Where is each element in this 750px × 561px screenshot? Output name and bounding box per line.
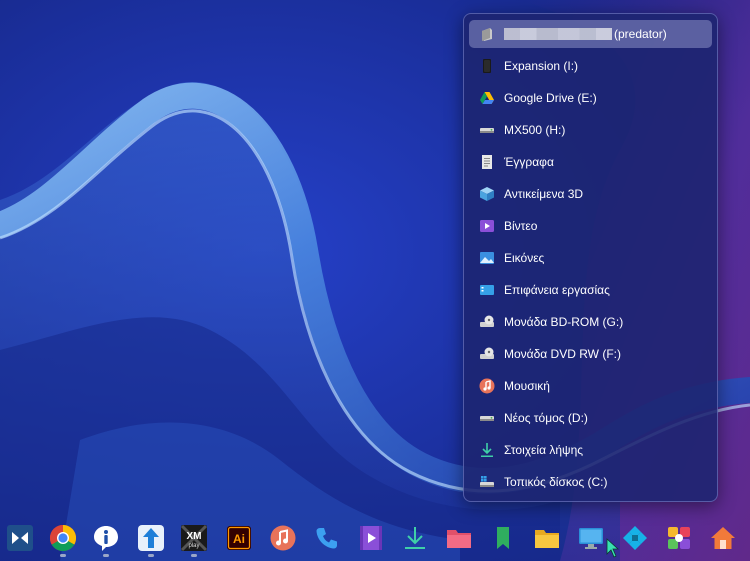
info-icon[interactable]	[92, 524, 120, 552]
menu-item-3d-objects[interactable]: Αντικείμενα 3D	[469, 180, 712, 208]
menu-item-desktop[interactable]: Επιφάνεια εργασίας	[469, 276, 712, 304]
download-icon[interactable]	[401, 524, 429, 552]
drives-jump-list: (predator) Expansion (I:) Google Drive (…	[463, 13, 718, 502]
music-icon	[479, 378, 495, 394]
monitor-icon[interactable]	[577, 524, 605, 552]
downloads-icon	[479, 442, 495, 458]
running-indicator	[103, 554, 109, 557]
menu-item-label: Google Drive (E:)	[504, 91, 597, 105]
desktop: (predator) Expansion (I:) Google Drive (…	[0, 0, 750, 561]
menu-item-expansion-drive[interactable]: Expansion (I:)	[469, 52, 712, 80]
menu-item-label: Expansion (I:)	[504, 59, 579, 73]
running-indicator	[148, 554, 154, 557]
video-app-icon[interactable]	[357, 524, 385, 552]
menu-item-pictures[interactable]: Εικόνες	[469, 244, 712, 272]
phone-icon[interactable]	[313, 524, 341, 552]
menu-item-mx500-drive[interactable]: MX500 (H:)	[469, 116, 712, 144]
menu-item-label: MX500 (H:)	[504, 123, 566, 137]
xmplay-sub-label: play	[188, 543, 199, 549]
menu-item-label: Τοπικός δίσκος (C:)	[504, 475, 608, 489]
bookmark-icon[interactable]	[489, 524, 517, 552]
hard-drive-icon	[479, 410, 495, 426]
upload-app-icon[interactable]	[137, 524, 165, 552]
folder-icon[interactable]	[533, 524, 561, 552]
system-drive-icon	[479, 474, 495, 490]
menu-item-label: Νέος τόμος (D:)	[504, 411, 588, 425]
menu-item-videos[interactable]: Βίντεο	[469, 212, 712, 240]
chrome-icon[interactable]	[49, 524, 77, 552]
menu-item-google-drive[interactable]: Google Drive (E:)	[469, 84, 712, 112]
kodi-icon[interactable]	[621, 524, 649, 552]
menu-item-label: Βίντεο	[504, 219, 538, 233]
menu-item-documents[interactable]: Έγγραφα	[469, 148, 712, 176]
hard-drive-icon	[479, 122, 495, 138]
xmplay-icon[interactable]: XM play	[180, 524, 208, 552]
menu-item-label: (predator)	[614, 27, 667, 41]
user-folder-icon	[479, 26, 495, 42]
running-indicator	[191, 554, 197, 557]
pictures-icon	[479, 250, 495, 266]
menu-item-label: Εικόνες	[504, 251, 545, 265]
optical-drive-icon	[479, 314, 495, 330]
menu-item-music[interactable]: Μουσική	[469, 372, 712, 400]
documents-icon	[479, 154, 495, 170]
optical-drive-icon	[479, 346, 495, 362]
menu-item-bd-rom-drive[interactable]: Μονάδα BD-ROM (G:)	[469, 308, 712, 336]
illustrator-icon[interactable]: Ai	[225, 524, 253, 552]
menu-item-local-disk-c[interactable]: Τοπικός δίσκος (C:)	[469, 468, 712, 496]
menu-item-user-folder[interactable]: (predator)	[469, 20, 712, 48]
home-icon[interactable]	[709, 524, 737, 552]
redacted-username	[504, 28, 612, 40]
videos-icon	[479, 218, 495, 234]
dock-app-icon[interactable]	[6, 524, 34, 552]
red-folder-icon[interactable]	[445, 524, 473, 552]
menu-item-dvd-rw-drive[interactable]: Μονάδα DVD RW (F:)	[469, 340, 712, 368]
xmplay-label: XM	[187, 531, 202, 542]
running-indicator	[60, 554, 66, 557]
music-player-icon[interactable]	[269, 524, 297, 552]
mouse-cursor-icon	[606, 538, 620, 558]
menu-item-downloads[interactable]: Στοιχεία λήψης	[469, 436, 712, 464]
external-drive-icon	[479, 58, 495, 74]
menu-item-label: Έγγραφα	[504, 155, 554, 169]
illustrator-label: Ai	[233, 532, 245, 546]
menu-item-label: Μονάδα DVD RW (F:)	[504, 347, 621, 361]
taskbar: XM play Ai	[0, 515, 750, 561]
menu-item-label: Μουσική	[504, 379, 550, 393]
menu-item-label: Στοιχεία λήψης	[504, 443, 584, 457]
menu-item-new-volume-drive[interactable]: Νέος τόμος (D:)	[469, 404, 712, 432]
menu-item-label: Επιφάνεια εργασίας	[504, 283, 610, 297]
desktop-icon	[479, 282, 495, 298]
google-drive-icon	[479, 90, 495, 106]
colorful-app-icon[interactable]	[665, 524, 693, 552]
3d-objects-icon	[479, 186, 495, 202]
menu-item-label: Αντικείμενα 3D	[504, 187, 584, 201]
menu-item-label: Μονάδα BD-ROM (G:)	[504, 315, 624, 329]
